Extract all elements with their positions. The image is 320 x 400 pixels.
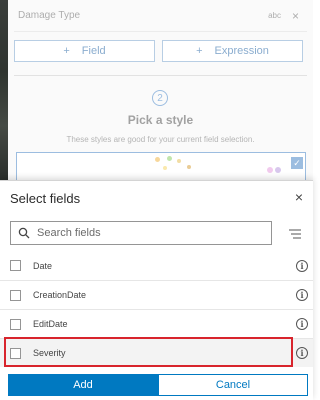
field-list-item-highlighted[interactable]: Severity i (0, 338, 313, 367)
close-icon[interactable]: × (295, 189, 303, 205)
preview-dot (187, 165, 191, 169)
search-input[interactable] (37, 227, 257, 239)
preview-dot (163, 166, 167, 170)
preview-dot (267, 167, 273, 173)
sort-icon[interactable] (289, 227, 301, 239)
divider (14, 75, 307, 76)
pick-style-subtitle: These styles are good for your current f… (66, 135, 255, 144)
info-icon[interactable]: i (296, 259, 308, 272)
preview-dot (177, 159, 181, 163)
pick-style-title: Pick a style (127, 113, 194, 127)
field-checkbox[interactable] (10, 347, 21, 359)
string-type-icon: abc (268, 11, 281, 20)
preview-dot (155, 157, 160, 162)
field-checkbox[interactable] (10, 260, 21, 271)
add-field-label: Field (81, 45, 106, 57)
add-expression-label: Expression (214, 45, 269, 57)
style-option-card[interactable]: ✓ (16, 152, 306, 182)
field-list-item[interactable]: EditDate i (0, 309, 313, 338)
field-label: Date (33, 260, 53, 271)
info-icon[interactable]: i (296, 318, 308, 330)
search-icon (11, 222, 37, 244)
field-row-label: Damage Type (18, 10, 81, 21)
field-label: CreationDate (33, 290, 87, 300)
field-checkbox[interactable] (10, 318, 21, 330)
field-list: Date i CreationDate i EditDate i Severit… (0, 251, 313, 367)
style-panel-background: Damage Type abc × + Field + Expression 2… (8, 0, 313, 182)
selected-check-icon: ✓ (291, 157, 303, 169)
dialog-footer: Add Cancel (8, 374, 308, 396)
info-icon[interactable]: i (296, 347, 308, 359)
preview-dot (167, 156, 172, 161)
field-list-item[interactable]: Date i (0, 251, 313, 280)
cancel-button[interactable]: Cancel (158, 374, 308, 396)
info-icon[interactable]: i (296, 289, 308, 301)
search-field[interactable] (10, 221, 272, 245)
field-checkbox[interactable] (10, 289, 21, 301)
add-field-button[interactable]: + Field (14, 40, 155, 62)
plus-icon: + (196, 45, 203, 57)
dialog-title: Select fields (10, 191, 81, 206)
plus-icon: + (63, 45, 70, 57)
field-list-item[interactable]: CreationDate i (0, 280, 313, 309)
field-row: Damage Type abc × (14, 0, 307, 32)
step-number-badge: 2 (152, 90, 168, 106)
add-button[interactable]: Add (8, 374, 158, 396)
map-background (0, 0, 8, 180)
add-expression-button[interactable]: + Expression (162, 40, 303, 62)
remove-field-icon[interactable]: × (292, 9, 299, 23)
field-label: EditDate (33, 319, 68, 329)
preview-dot (275, 167, 281, 173)
select-fields-dialog: Select fields × Date i CreationDate i Ed… (0, 180, 313, 400)
field-label: Severity (33, 348, 66, 358)
dialog-header: Select fields × (0, 181, 313, 215)
